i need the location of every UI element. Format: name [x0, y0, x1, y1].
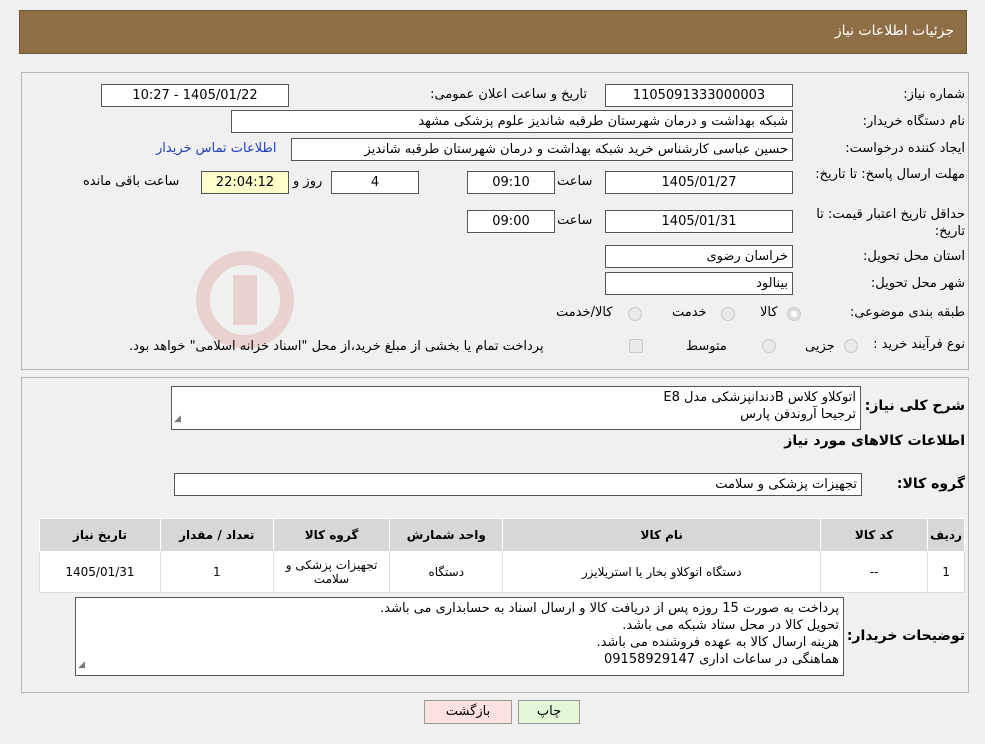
- deadline-time-label: ساعت: [557, 174, 593, 189]
- category-goods-radio[interactable]: [787, 307, 801, 321]
- group-label: گروه کالا:: [896, 476, 965, 492]
- process-minor-label: جزیی: [805, 339, 835, 354]
- note-line-3: هزینه ارسال کالا به عهده فروشنده می باشد…: [596, 635, 839, 650]
- need-number-field: 1105091333000003: [605, 84, 793, 107]
- desc-label: شرح کلی نیاز:: [864, 398, 965, 414]
- process-medium-label: متوسط: [686, 339, 727, 354]
- remaining-time-field: 22:04:12: [201, 171, 289, 194]
- col-header-group: گروه کالا: [272, 518, 391, 552]
- cell-group: تجهیزات پزشکی و سلامت: [272, 551, 391, 593]
- goods-info-title: اطلاعات کالاهای مورد نیاز: [784, 433, 965, 449]
- process-label: نوع فرآیند خرید :: [873, 337, 965, 352]
- desc-line-1: اتوکلاو کلاس Bدندانپزشکی مدل E8: [663, 390, 856, 405]
- announce-field: 1405/01/22 - 10:27: [101, 84, 289, 107]
- deadline-time-field: 09:10: [467, 171, 555, 194]
- group-field: تجهیزات پزشکی و سلامت: [174, 473, 862, 496]
- buyer-field: شبکه بهداشت و درمان شهرستان طرقبه شاندیز…: [231, 110, 793, 133]
- validity-time-label: ساعت: [557, 213, 593, 228]
- col-header-unit: واحد شمارش: [389, 518, 504, 552]
- note-line-1: پرداخت به صورت 15 روزه پس از دریافت کالا…: [380, 601, 839, 616]
- goods-table: ردیف کد کالا نام کالا واحد شمارش گروه کا…: [39, 518, 965, 593]
- category-goods-service-radio[interactable]: [628, 307, 642, 321]
- note-line-2: تحویل کالا در محل ستاد شبکه می باشد.: [622, 618, 839, 633]
- category-goods-label: کالا: [760, 305, 778, 320]
- category-goods-service-label: کالا/خدمت: [556, 305, 613, 320]
- buyer-notes-label: توضیحات خریدار:: [846, 628, 965, 644]
- resize-grip-icon[interactable]: ◢: [78, 657, 85, 674]
- col-header-date: تاریخ نیاز: [39, 518, 161, 552]
- province-field: خراسان رضوی: [605, 245, 793, 268]
- cell-code: --: [820, 551, 929, 593]
- cell-name: دستگاه اتوکلاو بخار یا استریلایزر: [502, 551, 822, 593]
- col-header-row-no: ردیف: [927, 518, 965, 552]
- category-service-label: خدمت: [672, 305, 707, 320]
- validity-time-field: 09:00: [467, 210, 555, 233]
- city-field: بینالود: [605, 272, 793, 295]
- table-row: 1 -- دستگاه اتوکلاو بخار یا استریلایزر د…: [39, 551, 965, 593]
- page-title: جزئیات اطلاعات نیاز: [834, 23, 954, 39]
- days-field: 4: [331, 171, 419, 194]
- days-label: روز و: [293, 174, 323, 189]
- process-note: پرداخت تمام یا بخشی از مبلغ خرید،از محل …: [129, 339, 544, 354]
- announce-label: تاریخ و ساعت اعلان عمومی:: [430, 87, 587, 102]
- validity-label: حداقل تاریخ اعتبار قیمت: تا تاریخ:: [795, 206, 965, 240]
- city-label: شهر محل تحویل:: [870, 276, 965, 291]
- need-number-label: شماره نیاز:: [903, 87, 965, 102]
- category-label: طبقه بندی موضوعی:: [849, 305, 965, 320]
- deadline-date-field: 1405/01/27: [605, 171, 793, 194]
- validity-date-field: 1405/01/31: [605, 210, 793, 233]
- province-label: استان محل تحویل:: [863, 249, 965, 264]
- process-treasury-checkbox[interactable]: [629, 339, 643, 353]
- col-header-qty: تعداد / مقدار: [159, 518, 274, 552]
- col-header-code: کد کالا: [820, 518, 929, 552]
- process-minor-radio[interactable]: [844, 339, 858, 353]
- resize-grip-icon[interactable]: ◢: [174, 411, 181, 428]
- desc-textarea[interactable]: اتوکلاو کلاس Bدندانپزشکی مدل E8 ترجیحا آ…: [171, 386, 861, 430]
- deadline-label-text: مهلت ارسال پاسخ: تا تاریخ:: [815, 167, 965, 182]
- print-button[interactable]: چاپ: [518, 700, 580, 724]
- cell-row-no: 1: [927, 551, 965, 593]
- page-header: جزئیات اطلاعات نیاز: [19, 10, 967, 54]
- contact-buyer-link[interactable]: اطلاعات تماس خریدار: [156, 141, 276, 156]
- cell-unit: دستگاه: [389, 551, 504, 593]
- creator-label: ایجاد کننده درخواست:: [845, 141, 965, 156]
- category-service-radio[interactable]: [721, 307, 735, 321]
- remaining-label: ساعت باقی مانده: [83, 174, 180, 189]
- buyer-label: نام دستگاه خریدار:: [862, 114, 965, 129]
- process-medium-radio[interactable]: [762, 339, 776, 353]
- cell-qty: 1: [159, 551, 274, 593]
- deadline-label: مهلت ارسال پاسخ: تا تاریخ:: [815, 166, 965, 183]
- creator-field: حسین عباسی کارشناس خرید شبکه بهداشت و در…: [291, 138, 793, 161]
- validity-label-text: حداقل تاریخ اعتبار قیمت: تا تاریخ:: [816, 207, 965, 239]
- back-button[interactable]: بازگشت: [424, 700, 512, 724]
- buyer-notes-textarea[interactable]: پرداخت به صورت 15 روزه پس از دریافت کالا…: [75, 597, 844, 676]
- cell-date: 1405/01/31: [39, 551, 161, 593]
- note-line-4: هماهنگی در ساعات اداری 09158929147: [604, 652, 839, 667]
- desc-line-2: ترجیحا آروندفن پارس: [740, 407, 856, 422]
- table-header-row: ردیف کد کالا نام کالا واحد شمارش گروه کا…: [39, 518, 965, 552]
- col-header-name: نام کالا: [502, 518, 822, 552]
